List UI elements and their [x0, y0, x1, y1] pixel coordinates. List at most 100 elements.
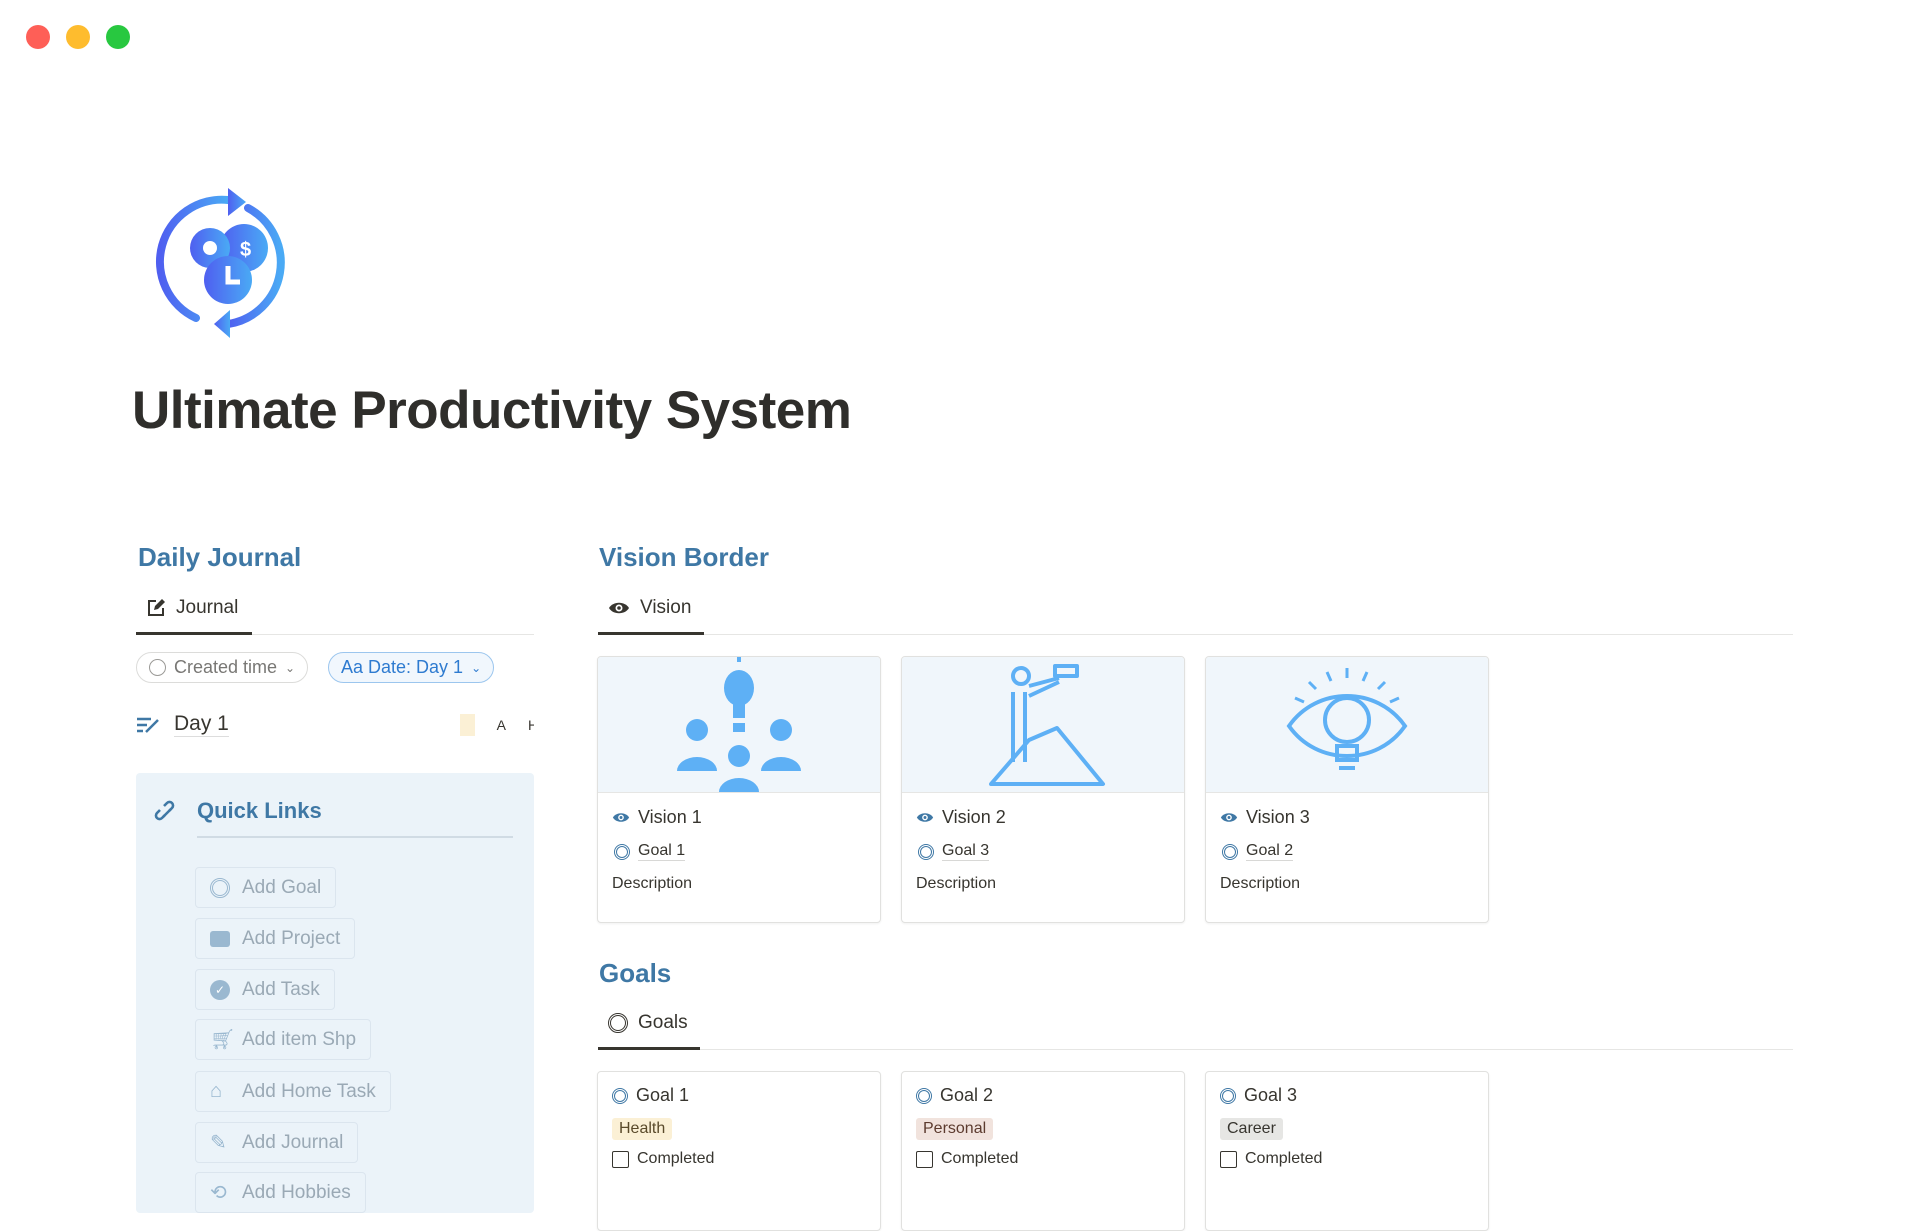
goal-category-tag: Career: [1220, 1118, 1283, 1140]
add-home-task-button[interactable]: ⌂ Add Home Task: [195, 1071, 391, 1112]
completed-checkbox[interactable]: [916, 1150, 933, 1168]
active-tab-underline: [598, 632, 704, 635]
repeat-icon: ⟲: [210, 1182, 227, 1204]
divider: [197, 836, 513, 838]
target-icon: [918, 843, 934, 860]
tab-divider: [598, 634, 1793, 635]
vision-title: Vision 1: [638, 807, 702, 827]
active-tab-underline: [598, 1047, 700, 1050]
tab-vision[interactable]: Vision: [608, 597, 691, 619]
productivity-cycle-icon: $: [155, 188, 285, 338]
goal-card[interactable]: Goal 1 Health Completed: [597, 1071, 881, 1231]
completed-label: Completed: [1245, 1150, 1323, 1167]
goals-heading: Goals: [599, 958, 672, 988]
eye-icon: [612, 813, 630, 822]
completed-checkbox[interactable]: [612, 1150, 629, 1168]
vision-card[interactable]: Vision 1 Goal 1 Description: [597, 656, 881, 923]
eye-bulb-illustration: [1206, 657, 1488, 793]
add-journal-button[interactable]: ✎ Add Journal: [195, 1122, 359, 1163]
button-label: Add Journal: [242, 1131, 344, 1153]
cart-icon: 🛒︎: [210, 1029, 236, 1051]
telescope-mountain-illustration: [902, 657, 1184, 793]
vision-goal-link[interactable]: Goal 3: [942, 842, 990, 861]
button-label: Add Home Task: [242, 1080, 376, 1102]
goal-category-tag: Health: [612, 1118, 673, 1140]
target-icon: [210, 877, 230, 898]
vision-description: Description: [612, 875, 693, 892]
window-minimize-button[interactable]: [66, 25, 90, 49]
tab-label: Journal: [176, 597, 239, 618]
eye-icon: [916, 813, 934, 822]
completed-checkbox[interactable]: [1220, 1150, 1237, 1168]
entry-property: H: [528, 716, 534, 733]
entry-title: Day 1: [174, 712, 229, 737]
page-title: Ultimate Productivity System: [132, 381, 852, 440]
svg-text:$: $: [240, 239, 251, 261]
vision-title: Vision 2: [942, 807, 1006, 827]
eye-icon: [609, 602, 629, 614]
edit-icon: [148, 599, 165, 616]
filter-label: Aa Date: Day 1: [341, 657, 464, 677]
window-maximize-button[interactable]: [106, 25, 130, 49]
sort-created-time-pill[interactable]: Created time ⌄: [136, 652, 309, 683]
vision-card[interactable]: Vision 3 Goal 2 Description: [1205, 656, 1489, 923]
button-label: Add item Shp: [242, 1028, 357, 1050]
quick-links-heading: Quick Links: [197, 798, 322, 823]
notes-pen-icon: [137, 717, 159, 733]
goal-title: Goal 2: [940, 1085, 994, 1105]
daily-journal-heading: Daily Journal: [138, 542, 302, 572]
entry-tag-swatch: [459, 713, 475, 736]
add-goal-button[interactable]: Add Goal: [195, 867, 337, 908]
vision-goal-link[interactable]: Goal 2: [1246, 842, 1294, 861]
link-icon: [154, 800, 175, 821]
tab-goals[interactable]: Goals: [608, 1012, 688, 1034]
sort-label: Created time: [174, 657, 278, 677]
tab-journal[interactable]: Journal: [146, 597, 238, 619]
vision-border-heading: Vision Border: [599, 542, 770, 572]
active-tab-underline: [136, 632, 252, 635]
vision-card[interactable]: Vision 2 Goal 3 Description: [901, 656, 1185, 923]
briefcase-icon: [210, 930, 230, 947]
clock-icon: [149, 659, 166, 676]
button-label: Add Task: [242, 978, 320, 1000]
add-item-shp-button[interactable]: 🛒︎ Add item Shp: [195, 1019, 372, 1060]
completed-label: Completed: [637, 1150, 715, 1167]
edit-icon: ✎: [210, 1132, 227, 1154]
add-hobbies-button[interactable]: ⟲ Add Hobbies: [195, 1172, 366, 1213]
button-label: Add Hobbies: [242, 1181, 351, 1203]
journal-entry-row[interactable]: Day 1 A H: [136, 712, 534, 737]
goal-category-tag: Personal: [916, 1118, 994, 1140]
idea-people-illustration: [598, 657, 880, 793]
button-label: Add Goal: [242, 876, 322, 898]
tab-label: Goals: [638, 1012, 688, 1033]
target-icon: [612, 1087, 628, 1104]
completed-label: Completed: [941, 1150, 1019, 1167]
eye-icon: [1220, 813, 1238, 822]
vision-goal-link[interactable]: Goal 1: [638, 842, 686, 861]
date-filter-pill[interactable]: Aa Date: Day 1 ⌄: [328, 652, 495, 683]
chevron-down-icon: ⌄: [285, 660, 296, 675]
target-icon: [1222, 843, 1238, 860]
entry-property: A: [496, 716, 506, 733]
tab-divider: [598, 1049, 1793, 1050]
add-task-button[interactable]: ✓ Add Task: [195, 969, 335, 1010]
vision-description: Description: [916, 875, 997, 892]
vision-title: Vision 3: [1246, 807, 1310, 827]
check-circle-icon: ✓: [210, 979, 230, 1000]
add-project-button[interactable]: Add Project: [195, 918, 356, 959]
house-icon: ⌂: [210, 1080, 223, 1102]
target-icon: [916, 1087, 932, 1104]
goal-card[interactable]: Goal 2 Personal Completed: [901, 1071, 1185, 1231]
goal-card[interactable]: Goal 3 Career Completed: [1205, 1071, 1489, 1231]
goal-title: Goal 3: [1244, 1085, 1298, 1105]
quick-links-panel: Quick Links Add Goal Add Project ✓ Add Ta…: [136, 773, 534, 1213]
button-label: Add Project: [242, 927, 341, 949]
vision-description: Description: [1220, 875, 1301, 892]
chevron-down-icon: ⌄: [471, 660, 482, 675]
tab-label: Vision: [640, 597, 692, 618]
target-icon: [1220, 1087, 1236, 1104]
target-icon: [614, 843, 630, 860]
goal-title: Goal 1: [636, 1085, 690, 1105]
target-icon: [608, 1013, 628, 1033]
window-close-button[interactable]: [26, 25, 50, 49]
